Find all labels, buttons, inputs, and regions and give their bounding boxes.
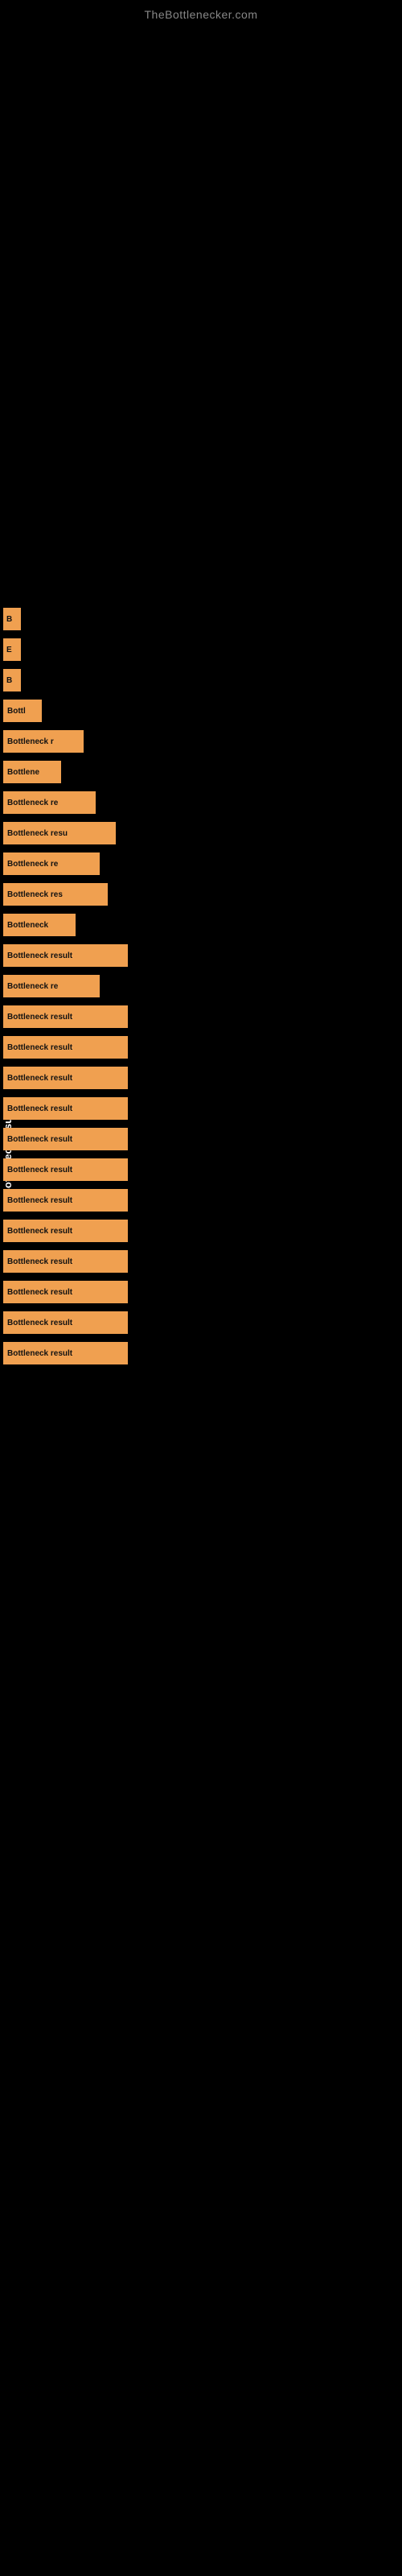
site-title: TheBottlenecker.com <box>0 0 402 25</box>
result-row-10: Bottleneck res <box>3 883 402 906</box>
result-bar-16: Bottleneck result <box>3 1067 128 1089</box>
result-row-20: Bottleneck result <box>3 1189 402 1212</box>
result-row-7: Bottleneck re <box>3 791 402 814</box>
result-bar-8: Bottleneck resu <box>3 822 116 844</box>
result-bar-14: Bottleneck result <box>3 1005 128 1028</box>
result-row-21: Bottleneck result <box>3 1220 402 1242</box>
result-bar-7: Bottleneck re <box>3 791 96 814</box>
result-bar-25: Bottleneck result <box>3 1342 128 1364</box>
result-row-22: Bottleneck result <box>3 1250 402 1273</box>
result-row-23: Bottleneck result <box>3 1281 402 1303</box>
result-bar-18: Bottleneck result <box>3 1128 128 1150</box>
result-bar-12: Bottleneck result <box>3 944 128 967</box>
result-row-15: Bottleneck result <box>3 1036 402 1059</box>
result-row-3: B <box>3 669 402 691</box>
result-bar-9: Bottleneck re <box>3 852 100 875</box>
result-bar-13: Bottleneck re <box>3 975 100 997</box>
result-row-18: Bottleneck result <box>3 1128 402 1150</box>
result-row-13: Bottleneck re <box>3 975 402 997</box>
result-bar-17: Bottleneck result <box>3 1097 128 1120</box>
result-bar-1: B <box>3 608 21 630</box>
result-row-16: Bottleneck result <box>3 1067 402 1089</box>
result-row-2: E <box>3 638 402 661</box>
result-row-4: Bottl <box>3 700 402 722</box>
result-row-24: Bottleneck result <box>3 1311 402 1334</box>
result-bar-3: B <box>3 669 21 691</box>
result-row-8: Bottleneck resu <box>3 822 402 844</box>
result-bar-22: Bottleneck result <box>3 1250 128 1273</box>
site-title-text: TheBottlenecker.com <box>144 8 257 21</box>
result-bar-15: Bottleneck result <box>3 1036 128 1059</box>
result-row-17: Bottleneck result <box>3 1097 402 1120</box>
result-row-9: Bottleneck re <box>3 852 402 875</box>
result-row-12: Bottleneck result <box>3 944 402 967</box>
result-bar-2: E <box>3 638 21 661</box>
results-section: B E B Bottl Bottleneck r Bottlene Bottle… <box>0 608 402 1373</box>
result-row-11: Bottleneck <box>3 914 402 936</box>
result-row-6: Bottlene <box>3 761 402 783</box>
result-row-25: Bottleneck result <box>3 1342 402 1364</box>
main-chart-area <box>0 25 402 572</box>
result-row-14: Bottleneck result <box>3 1005 402 1028</box>
result-bar-24: Bottleneck result <box>3 1311 128 1334</box>
result-row-19: Bottleneck result <box>3 1158 402 1181</box>
result-bar-20: Bottleneck result <box>3 1189 128 1212</box>
result-bar-11: Bottleneck <box>3 914 76 936</box>
result-row-5: Bottleneck r <box>3 730 402 753</box>
result-bar-4: Bottl <box>3 700 42 722</box>
result-bar-21: Bottleneck result <box>3 1220 128 1242</box>
result-bar-23: Bottleneck result <box>3 1281 128 1303</box>
result-bar-5: Bottleneck r <box>3 730 84 753</box>
result-bar-6: Bottlene <box>3 761 61 783</box>
result-bar-19: Bottleneck result <box>3 1158 128 1181</box>
result-row-1: B <box>3 608 402 630</box>
result-bar-10: Bottleneck res <box>3 883 108 906</box>
